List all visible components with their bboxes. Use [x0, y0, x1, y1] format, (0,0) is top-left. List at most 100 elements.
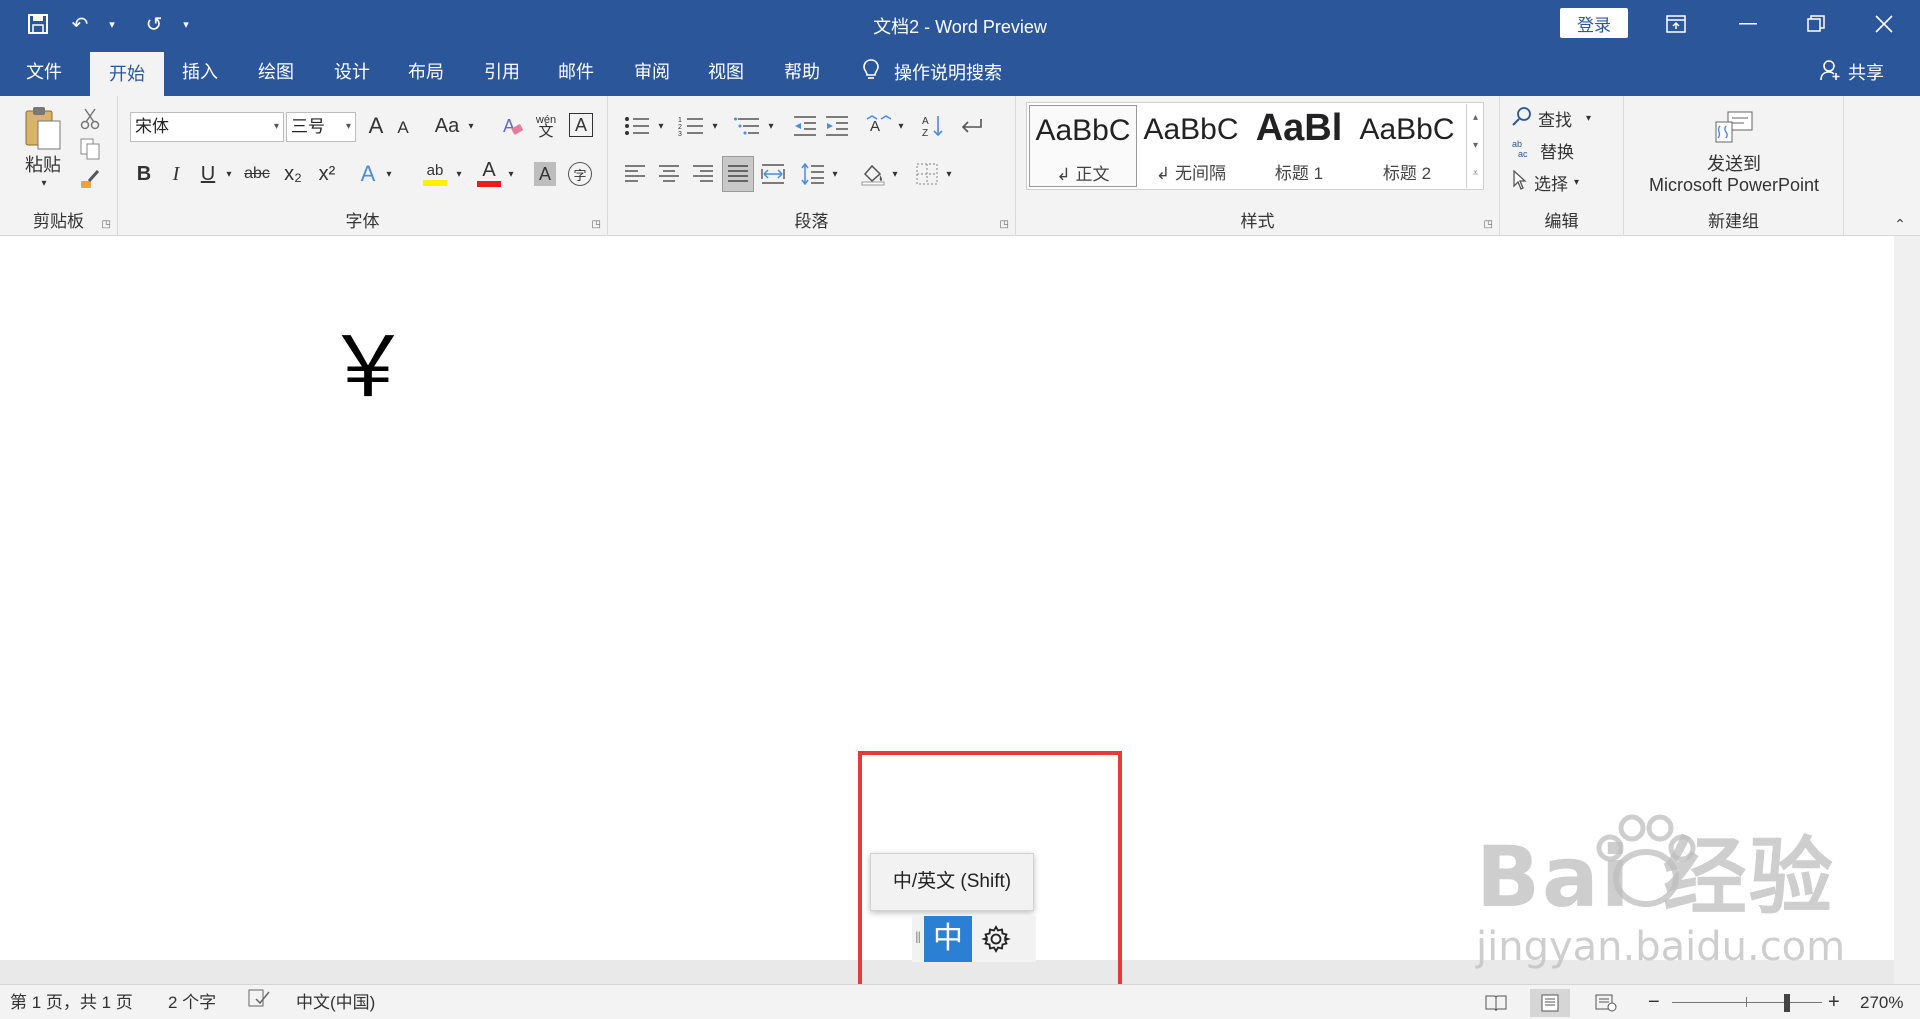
tab-file[interactable]: 文件: [12, 48, 76, 96]
zoom-percent[interactable]: 270%: [1860, 985, 1903, 1019]
select-button[interactable]: 选择 ▾: [1512, 168, 1622, 196]
font-color-dropdown-icon[interactable]: ▾: [504, 164, 518, 184]
superscript-button[interactable]: x²: [312, 158, 342, 190]
shrink-font-icon[interactable]: A: [390, 114, 416, 142]
page-count[interactable]: 第 1 页，共 1 页: [10, 985, 133, 1019]
bullets-icon[interactable]: [620, 110, 654, 142]
font-color-icon[interactable]: A: [474, 156, 504, 190]
shading-dropdown-icon[interactable]: ▾: [888, 164, 902, 184]
tab-home[interactable]: 开始: [90, 52, 164, 96]
shading-icon[interactable]: [858, 158, 888, 190]
replace-button[interactable]: ab ac 替换: [1512, 136, 1622, 164]
distributed-icon[interactable]: [758, 158, 788, 190]
tab-view[interactable]: 视图: [694, 48, 758, 96]
zoom-out-button[interactable]: −: [1648, 985, 1660, 1019]
chevron-down-icon[interactable]: ▾: [1574, 177, 1579, 188]
justify-icon[interactable]: [722, 156, 754, 192]
login-button[interactable]: 登录: [1560, 8, 1628, 38]
numbering-icon[interactable]: 123: [674, 110, 708, 142]
chevron-down-icon[interactable]: ▾: [274, 113, 279, 141]
show-formatting-marks-icon[interactable]: [956, 110, 986, 142]
close-icon[interactable]: [1856, 0, 1912, 48]
align-right-icon[interactable]: [688, 158, 718, 190]
font-launcher-icon[interactable]: ◳: [592, 219, 601, 230]
read-mode-icon[interactable]: [1476, 989, 1516, 1017]
highlight-dropdown-icon[interactable]: ▾: [452, 164, 466, 184]
underline-button[interactable]: U: [194, 158, 222, 190]
print-layout-icon[interactable]: [1530, 989, 1570, 1017]
format-painter-icon[interactable]: [76, 166, 104, 192]
find-button[interactable]: 查找 ▾: [1512, 104, 1622, 132]
multilevel-list-icon[interactable]: [730, 110, 764, 142]
strikethrough-button[interactable]: abc: [240, 158, 274, 190]
tab-references[interactable]: 引用: [470, 48, 534, 96]
zoom-in-button[interactable]: +: [1828, 985, 1840, 1019]
tab-insert[interactable]: 插入: [168, 48, 232, 96]
document-text[interactable]: ￥: [326, 300, 410, 421]
style-heading-1[interactable]: AaBl 标题 1: [1245, 105, 1353, 187]
tab-mailings[interactable]: 邮件: [544, 48, 608, 96]
paste-label[interactable]: 粘贴: [14, 152, 72, 176]
character-shading-icon[interactable]: A: [530, 158, 560, 190]
chinese-layout-icon[interactable]: A: [864, 110, 894, 142]
style-no-spacing[interactable]: AaBbC ↲ 无间隔: [1137, 105, 1245, 187]
align-left-icon[interactable]: [620, 158, 650, 190]
styles-launcher-icon[interactable]: ◳: [1484, 219, 1493, 230]
styles-scroll-down-icon[interactable]: ▾: [1467, 132, 1484, 160]
styles-scroll-up-icon[interactable]: ▴: [1467, 104, 1484, 132]
line-spacing-icon[interactable]: [798, 158, 828, 190]
clipboard-launcher-icon[interactable]: ◳: [102, 219, 111, 230]
tab-layout[interactable]: 布局: [394, 48, 458, 96]
highlight-icon[interactable]: ab: [418, 158, 452, 190]
text-effects-icon[interactable]: A: [354, 158, 382, 190]
vertical-scrollbar[interactable]: [1894, 236, 1920, 984]
change-case-icon[interactable]: Aa: [430, 110, 464, 142]
grow-font-icon[interactable]: A: [362, 110, 390, 142]
chinese-layout-dropdown-icon[interactable]: ▾: [894, 116, 908, 136]
phonetic-guide-icon[interactable]: wén 文: [530, 108, 562, 144]
language-indicator[interactable]: 中文(中国): [296, 985, 375, 1019]
underline-dropdown-icon[interactable]: ▾: [222, 164, 236, 184]
paste-dropdown-icon[interactable]: ▾: [34, 176, 54, 190]
borders-dropdown-icon[interactable]: ▾: [942, 164, 956, 184]
font-name-combo[interactable]: 宋体 ▾: [130, 112, 284, 142]
bullets-dropdown-icon[interactable]: ▾: [654, 116, 668, 136]
line-spacing-dropdown-icon[interactable]: ▾: [828, 164, 842, 184]
font-size-combo[interactable]: 三号 ▾: [286, 112, 356, 142]
enclose-characters-icon[interactable]: 字: [564, 158, 596, 190]
tab-design[interactable]: 设计: [320, 48, 384, 96]
tell-me-search[interactable]: 操作说明搜索: [862, 48, 1002, 96]
change-case-dropdown-icon[interactable]: ▾: [464, 116, 478, 136]
styles-more-icon[interactable]: ⩡: [1467, 160, 1484, 188]
web-layout-icon[interactable]: [1586, 989, 1626, 1017]
align-center-icon[interactable]: [654, 158, 684, 190]
share-button[interactable]: 共享: [1820, 48, 1884, 96]
proofing-icon[interactable]: [248, 985, 270, 1019]
multilevel-dropdown-icon[interactable]: ▾: [764, 116, 778, 136]
italic-button[interactable]: I: [162, 158, 190, 190]
bold-button[interactable]: B: [130, 158, 158, 190]
minimize-icon[interactable]: [1720, 0, 1776, 48]
sort-icon[interactable]: AZ: [918, 110, 948, 142]
tab-draw[interactable]: 绘图: [244, 48, 308, 96]
numbering-dropdown-icon[interactable]: ▾: [708, 116, 722, 136]
subscript-button[interactable]: x₂: [278, 158, 308, 190]
character-border-icon[interactable]: A: [566, 110, 596, 140]
zoom-thumb[interactable]: [1784, 994, 1790, 1012]
text-effects-dropdown-icon[interactable]: ▾: [382, 164, 396, 184]
style-heading-2[interactable]: AaBbC 标题 2: [1353, 105, 1461, 187]
collapse-ribbon-icon[interactable]: ⌃: [1888, 214, 1912, 234]
send-to-label-line1[interactable]: 发送到: [1624, 152, 1844, 174]
tab-review[interactable]: 审阅: [620, 48, 684, 96]
send-to-powerpoint-icon[interactable]: [1712, 106, 1756, 148]
copy-icon[interactable]: [76, 136, 104, 162]
clear-formatting-icon[interactable]: A: [498, 110, 528, 142]
decrease-indent-icon[interactable]: [790, 110, 820, 142]
increase-indent-icon[interactable]: [822, 110, 852, 142]
restore-icon[interactable]: [1788, 0, 1844, 48]
style-normal[interactable]: AaBbC ↲ 正文: [1029, 105, 1137, 187]
chevron-down-icon[interactable]: ▾: [346, 113, 351, 141]
paste-icon[interactable]: [18, 104, 68, 152]
borders-icon[interactable]: [912, 158, 942, 190]
zoom-slider[interactable]: [1672, 985, 1822, 1019]
